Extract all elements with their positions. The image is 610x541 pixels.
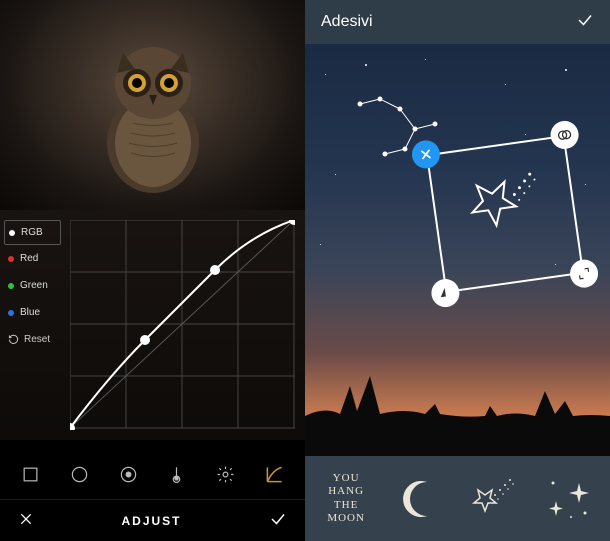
circle-icon [70,465,89,484]
mode-title: ADJUST [121,514,181,528]
sticker-shooting-star[interactable] [460,464,530,534]
channel-rgb[interactable]: RGB [4,220,61,245]
sparkles-icon [541,471,596,526]
sticker-tray: YOU HANG THE MOON [305,456,610,541]
sticker-transform-box[interactable] [426,135,584,293]
curves-editor: RGB Red Green Blue Reset [0,210,305,440]
channel-rgb-label: RGB [21,227,43,238]
channel-red[interactable]: Red [0,245,65,272]
adjust-toolbar [0,449,305,499]
shooting-star-sticker [426,135,584,293]
flip-icon [438,285,454,301]
canvas[interactable] [305,44,610,456]
crop-icon [21,465,40,484]
curves-icon [265,465,284,484]
shooting-star-icon [467,471,522,526]
right-header: Adesivi [305,0,610,44]
red-dot-icon [8,256,14,262]
target-icon [119,465,138,484]
close-icon [418,147,434,163]
sticker-crescent-moon[interactable] [385,464,455,534]
green-dot-icon [8,283,14,289]
panel-title: Adesivi [321,13,373,31]
focus-tool[interactable] [113,459,143,489]
blue-dot-icon [8,310,14,316]
apply-button[interactable] [576,11,594,34]
resize-icon [576,266,592,282]
bottom-bar: ADJUST [0,499,305,541]
rgb-dot-icon [9,230,15,236]
reset-button[interactable]: Reset [0,326,65,353]
hang-moon-text: YOU HANG THE MOON [327,472,365,525]
curve-grid[interactable] [70,220,295,430]
vignette-tool[interactable] [64,459,94,489]
stickers-panel: Adesivi [305,0,610,541]
owl-illustration [83,33,223,193]
reset-label: Reset [24,334,50,345]
check-icon [576,11,594,29]
channel-blue[interactable]: Blue [0,299,65,326]
confirm-button[interactable] [269,510,287,531]
channel-blue-label: Blue [20,307,40,318]
reset-icon [8,334,19,345]
temperature-tool[interactable] [162,459,192,489]
moon-icon [395,474,445,524]
channel-green[interactable]: Green [0,272,65,299]
sticker-sparkles[interactable] [534,464,604,534]
overlap-circles-icon [556,126,574,144]
close-icon [18,511,34,527]
gear-icon [216,465,235,484]
adjust-panel: RGB Red Green Blue Reset [0,0,305,541]
sticker-you-hang-moon[interactable]: YOU HANG THE MOON [311,464,381,534]
curves-tool[interactable] [260,459,290,489]
cancel-button[interactable] [18,511,34,530]
thermometer-icon [167,465,186,484]
image-preview [0,0,305,210]
channel-list: RGB Red Green Blue Reset [0,210,65,353]
horizon-silhouette [305,356,610,456]
settings-tool[interactable] [211,459,241,489]
channel-red-label: Red [20,253,38,264]
check-icon [269,510,287,528]
channel-green-label: Green [20,280,48,291]
crop-tool[interactable] [15,459,45,489]
